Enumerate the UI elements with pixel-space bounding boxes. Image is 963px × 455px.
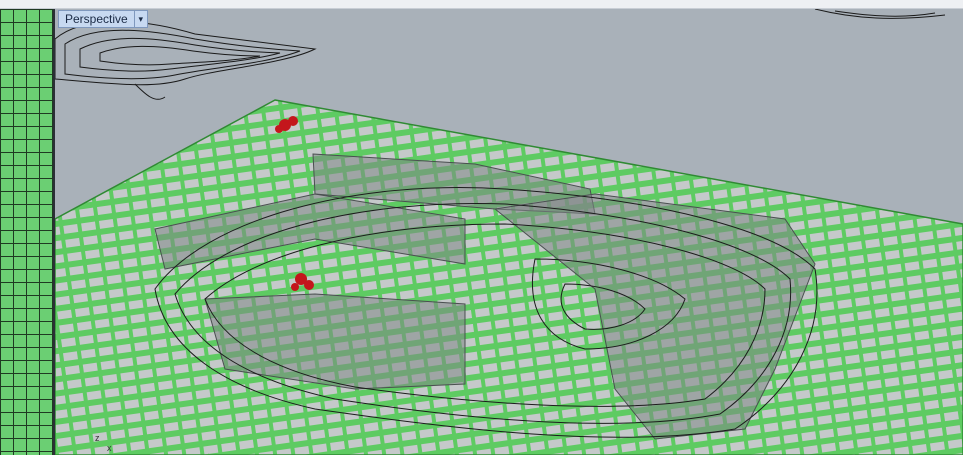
left-viewport-strip[interactable]: [0, 9, 55, 455]
viewport-scene: [55, 9, 963, 455]
contour-cluster-top-right: [814, 9, 946, 19]
top-strip: [0, 0, 963, 9]
contour-cluster-top-left: [55, 21, 317, 100]
axis-x-label: x: [107, 443, 112, 453]
perspective-viewport[interactable]: Perspective ▾ z x: [55, 9, 963, 455]
axis-z-label: z: [95, 433, 100, 443]
viewport-title-tab[interactable]: Perspective ▾: [58, 10, 148, 28]
viewport-title: Perspective: [65, 12, 128, 26]
axis-gizmo-icon: z x: [93, 433, 123, 455]
chevron-down-icon[interactable]: ▾: [133, 11, 147, 27]
